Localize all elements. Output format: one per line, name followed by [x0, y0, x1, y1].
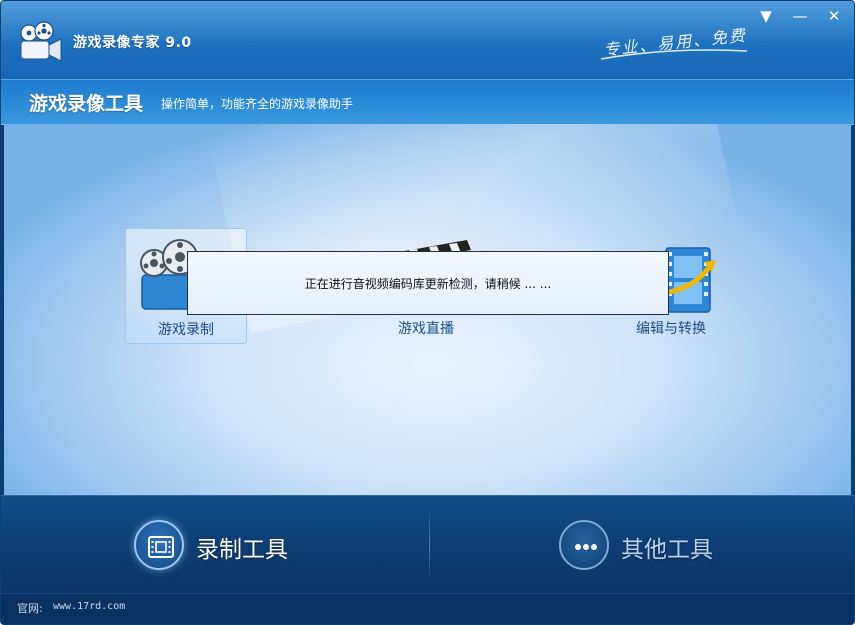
slogan: 专业、易用、免费: [599, 25, 749, 65]
title-bar[interactable]: 游戏录像专家 9.0 专业、易用、免费 ▼ — ✕: [1, 1, 854, 79]
minimize-button[interactable]: —: [789, 7, 811, 25]
tool-label: 游戏录制: [158, 322, 214, 338]
status-bar: 官网: www.17rd.com: [1, 593, 854, 624]
update-check-dialog: 正在进行音视频编码库更新检测，请稍候 ... ...: [187, 251, 669, 315]
menu-button[interactable]: ▼: [755, 7, 777, 25]
more-dots-icon-circle: [559, 520, 609, 570]
nav-other-tools-label: 其他工具: [621, 537, 713, 563]
bottom-nav: 录制工具 其他工具: [1, 495, 854, 594]
header-band: 游戏录像工具 操作简单，功能齐全的游戏录像助手: [1, 79, 854, 125]
bottom-divider: [429, 506, 430, 584]
site-label: 官网:: [17, 602, 43, 615]
tool-label: 编辑与转换: [636, 321, 706, 337]
dialog-message: 正在进行音视频编码库更新检测，请稍候 ... ...: [304, 277, 552, 291]
section-description: 操作简单，功能齐全的游戏录像助手: [161, 97, 354, 111]
film-icon: [148, 536, 174, 558]
film-camera-logo-icon: [20, 21, 62, 62]
section-title: 游戏录像工具: [29, 93, 144, 115]
nav-other-tools-button[interactable]: 其他工具: [559, 520, 729, 572]
app-title: 游戏录像专家 9.0: [73, 35, 192, 51]
film-icon-circle: [134, 520, 184, 570]
more-dots-icon: [575, 544, 597, 550]
nav-recording-tools-button[interactable]: 录制工具: [134, 520, 304, 572]
app-window: 游戏录像专家 9.0 专业、易用、免费 ▼ — ✕ 游戏录像工具 操作简单，功能…: [0, 0, 855, 625]
slogan-swoosh: [600, 49, 748, 60]
close-button[interactable]: ✕: [823, 7, 845, 25]
site-link[interactable]: www.17rd.com: [53, 601, 125, 612]
nav-recording-tools-label: 录制工具: [196, 537, 288, 563]
tool-label: 游戏直播: [398, 321, 454, 337]
